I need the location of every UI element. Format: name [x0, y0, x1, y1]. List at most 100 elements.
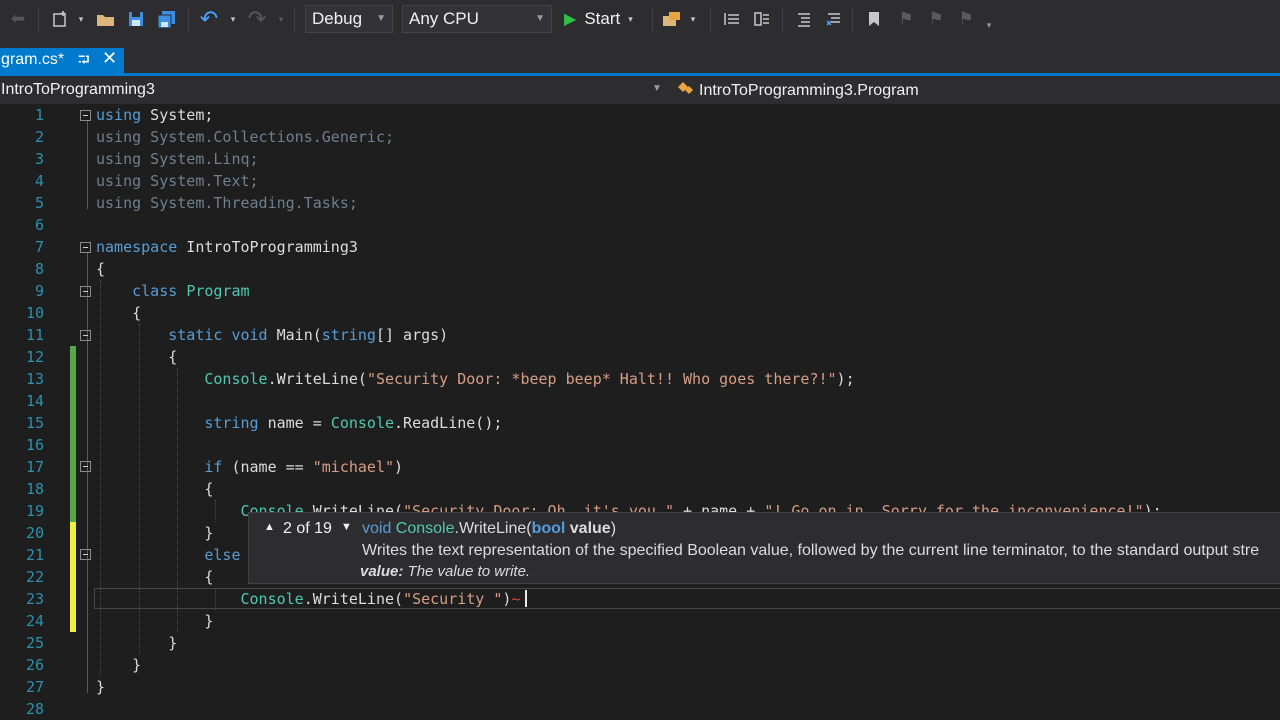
- parameter-help: value: The value to write.: [360, 563, 530, 580]
- code-line: Console.WriteLine("Security ")~: [240, 590, 521, 608]
- code-line: using System.Text;: [96, 172, 259, 190]
- type-dropdown[interactable]: IntroToProgramming3.Program: [672, 76, 1272, 104]
- parameter-description: The value to write.: [407, 563, 531, 580]
- tab-label: gram.cs*: [1, 51, 65, 68]
- redo-dropdown-icon[interactable]: ▾: [274, 6, 288, 32]
- chevron-down-icon: ▾: [628, 13, 633, 24]
- toolbar-separator: [652, 8, 653, 32]
- line-number: 17: [25, 458, 44, 476]
- start-label: Start: [584, 9, 621, 28]
- line-number: 28: [25, 700, 44, 718]
- line-number: 10: [25, 304, 44, 322]
- code-line: }: [96, 678, 106, 696]
- code-line: {: [96, 480, 214, 498]
- toolbar-options-icon[interactable]: ▾: [982, 12, 996, 38]
- open-folder-icon[interactable]: [94, 6, 118, 32]
- solution-platform-select[interactable]: Any CPU ▼: [402, 5, 552, 33]
- signature-text: void Console.WriteLine(bool value): [362, 520, 616, 538]
- signature-return-type: void: [362, 520, 396, 537]
- toolbar-separator: [38, 8, 39, 32]
- clear-bookmarks-icon[interactable]: ⚑: [954, 6, 978, 32]
- line-number: 18: [25, 480, 44, 498]
- line-number: 3: [34, 150, 44, 168]
- code-editor[interactable]: 1 2 3 4 5 6 7 8 9 10 11 12 13 14 15 16 1…: [0, 104, 1280, 720]
- collapse-icon[interactable]: [80, 110, 91, 121]
- solution-configuration-value: Debug: [312, 9, 363, 28]
- toolbar-separator: [710, 8, 711, 32]
- project-name: IntroToProgramming3: [1, 81, 155, 98]
- signature-param: value: [565, 520, 611, 537]
- unsaved-change-indicator: [70, 522, 76, 632]
- code-line: string name = Console.ReadLine();: [204, 414, 503, 432]
- close-icon[interactable]: ✕: [102, 48, 117, 69]
- collapse-icon[interactable]: [80, 549, 91, 560]
- toolbar-separator: [782, 8, 783, 32]
- collapse-icon[interactable]: [80, 330, 91, 341]
- pin-icon[interactable]: ⮒: [78, 50, 90, 75]
- line-number: 13: [25, 370, 44, 388]
- undo-dropdown-icon[interactable]: ▾: [226, 6, 240, 32]
- line-number: 23: [25, 590, 44, 608]
- signature-close: ): [610, 520, 617, 537]
- solution-platform-value: Any CPU: [409, 9, 479, 28]
- redo-icon[interactable]: ↷: [244, 6, 270, 32]
- uncomment-lines-icon[interactable]: [822, 6, 846, 32]
- line-number: 8: [34, 260, 44, 278]
- collapse-icon[interactable]: [80, 461, 91, 472]
- save-all-icon[interactable]: [154, 6, 180, 32]
- line-number: 9: [34, 282, 44, 300]
- signature-type: Console: [395, 520, 455, 537]
- line-number: 6: [34, 216, 44, 234]
- line-number: 15: [25, 414, 44, 432]
- code-line: class Program: [132, 282, 250, 300]
- new-project-dropdown-icon[interactable]: ▾: [74, 6, 88, 32]
- line-number: 24: [25, 612, 44, 630]
- save-icon[interactable]: [124, 6, 148, 32]
- step-over-icon[interactable]: [750, 6, 774, 32]
- project-dropdown[interactable]: IntroToProgramming3 ▼: [0, 76, 668, 104]
- undo-icon[interactable]: ↶: [196, 6, 222, 32]
- previous-overload-icon[interactable]: ▲: [264, 521, 275, 533]
- code-line: {: [96, 304, 142, 322]
- play-icon: ▶: [564, 11, 577, 28]
- line-number: 7: [34, 238, 44, 256]
- text-caret: [525, 590, 527, 607]
- signature-help-tooltip: ▲ 2 of 19 ▼ void Console.WriteLine(bool …: [248, 512, 1280, 584]
- chevron-down-icon: ▼: [376, 13, 386, 24]
- collapse-icon[interactable]: [80, 286, 91, 297]
- new-project-icon[interactable]: [48, 6, 72, 32]
- class-path: IntroToProgramming3.Program: [699, 82, 919, 99]
- step-into-icon[interactable]: [720, 6, 744, 32]
- browse-icon[interactable]: [660, 6, 684, 32]
- parameter-name: value:: [360, 563, 404, 580]
- comment-lines-icon[interactable]: [792, 6, 816, 32]
- code-line: using System.Linq;: [96, 150, 259, 168]
- line-number: 21: [25, 546, 44, 564]
- document-tab-strip: gram.cs* ⮒ ✕: [0, 40, 1280, 74]
- line-number: 20: [25, 524, 44, 542]
- start-button[interactable]: ▶ Start ▾: [560, 6, 646, 32]
- solution-configuration-select[interactable]: Debug ▼: [305, 5, 393, 33]
- navigate-back-icon[interactable]: ⬅: [6, 6, 30, 32]
- toolbar-separator: [852, 8, 853, 32]
- code-line: }: [96, 656, 142, 674]
- line-number: 16: [25, 436, 44, 454]
- line-number: 1: [34, 106, 44, 124]
- chevron-down-icon: ▼: [535, 13, 545, 24]
- bookmark-icon[interactable]: [862, 6, 886, 32]
- line-number: 25: [25, 634, 44, 652]
- code-line: }: [96, 612, 214, 630]
- signature-method: .WriteLine(: [454, 520, 532, 537]
- browse-dropdown-icon[interactable]: ▾: [686, 6, 700, 32]
- tab-program-cs[interactable]: gram.cs* ⮒ ✕: [0, 48, 124, 74]
- code-line: {: [96, 568, 214, 586]
- previous-bookmark-icon[interactable]: ⚑: [894, 6, 918, 32]
- collapse-icon[interactable]: [80, 242, 91, 253]
- code-line: }: [96, 524, 214, 542]
- code-line: {: [96, 260, 106, 278]
- next-bookmark-icon[interactable]: ⚑: [924, 6, 948, 32]
- next-overload-icon[interactable]: ▼: [341, 521, 352, 533]
- code-line: using System;: [96, 106, 214, 124]
- outline-line: [87, 253, 88, 693]
- code-line: using System.Threading.Tasks;: [96, 194, 358, 212]
